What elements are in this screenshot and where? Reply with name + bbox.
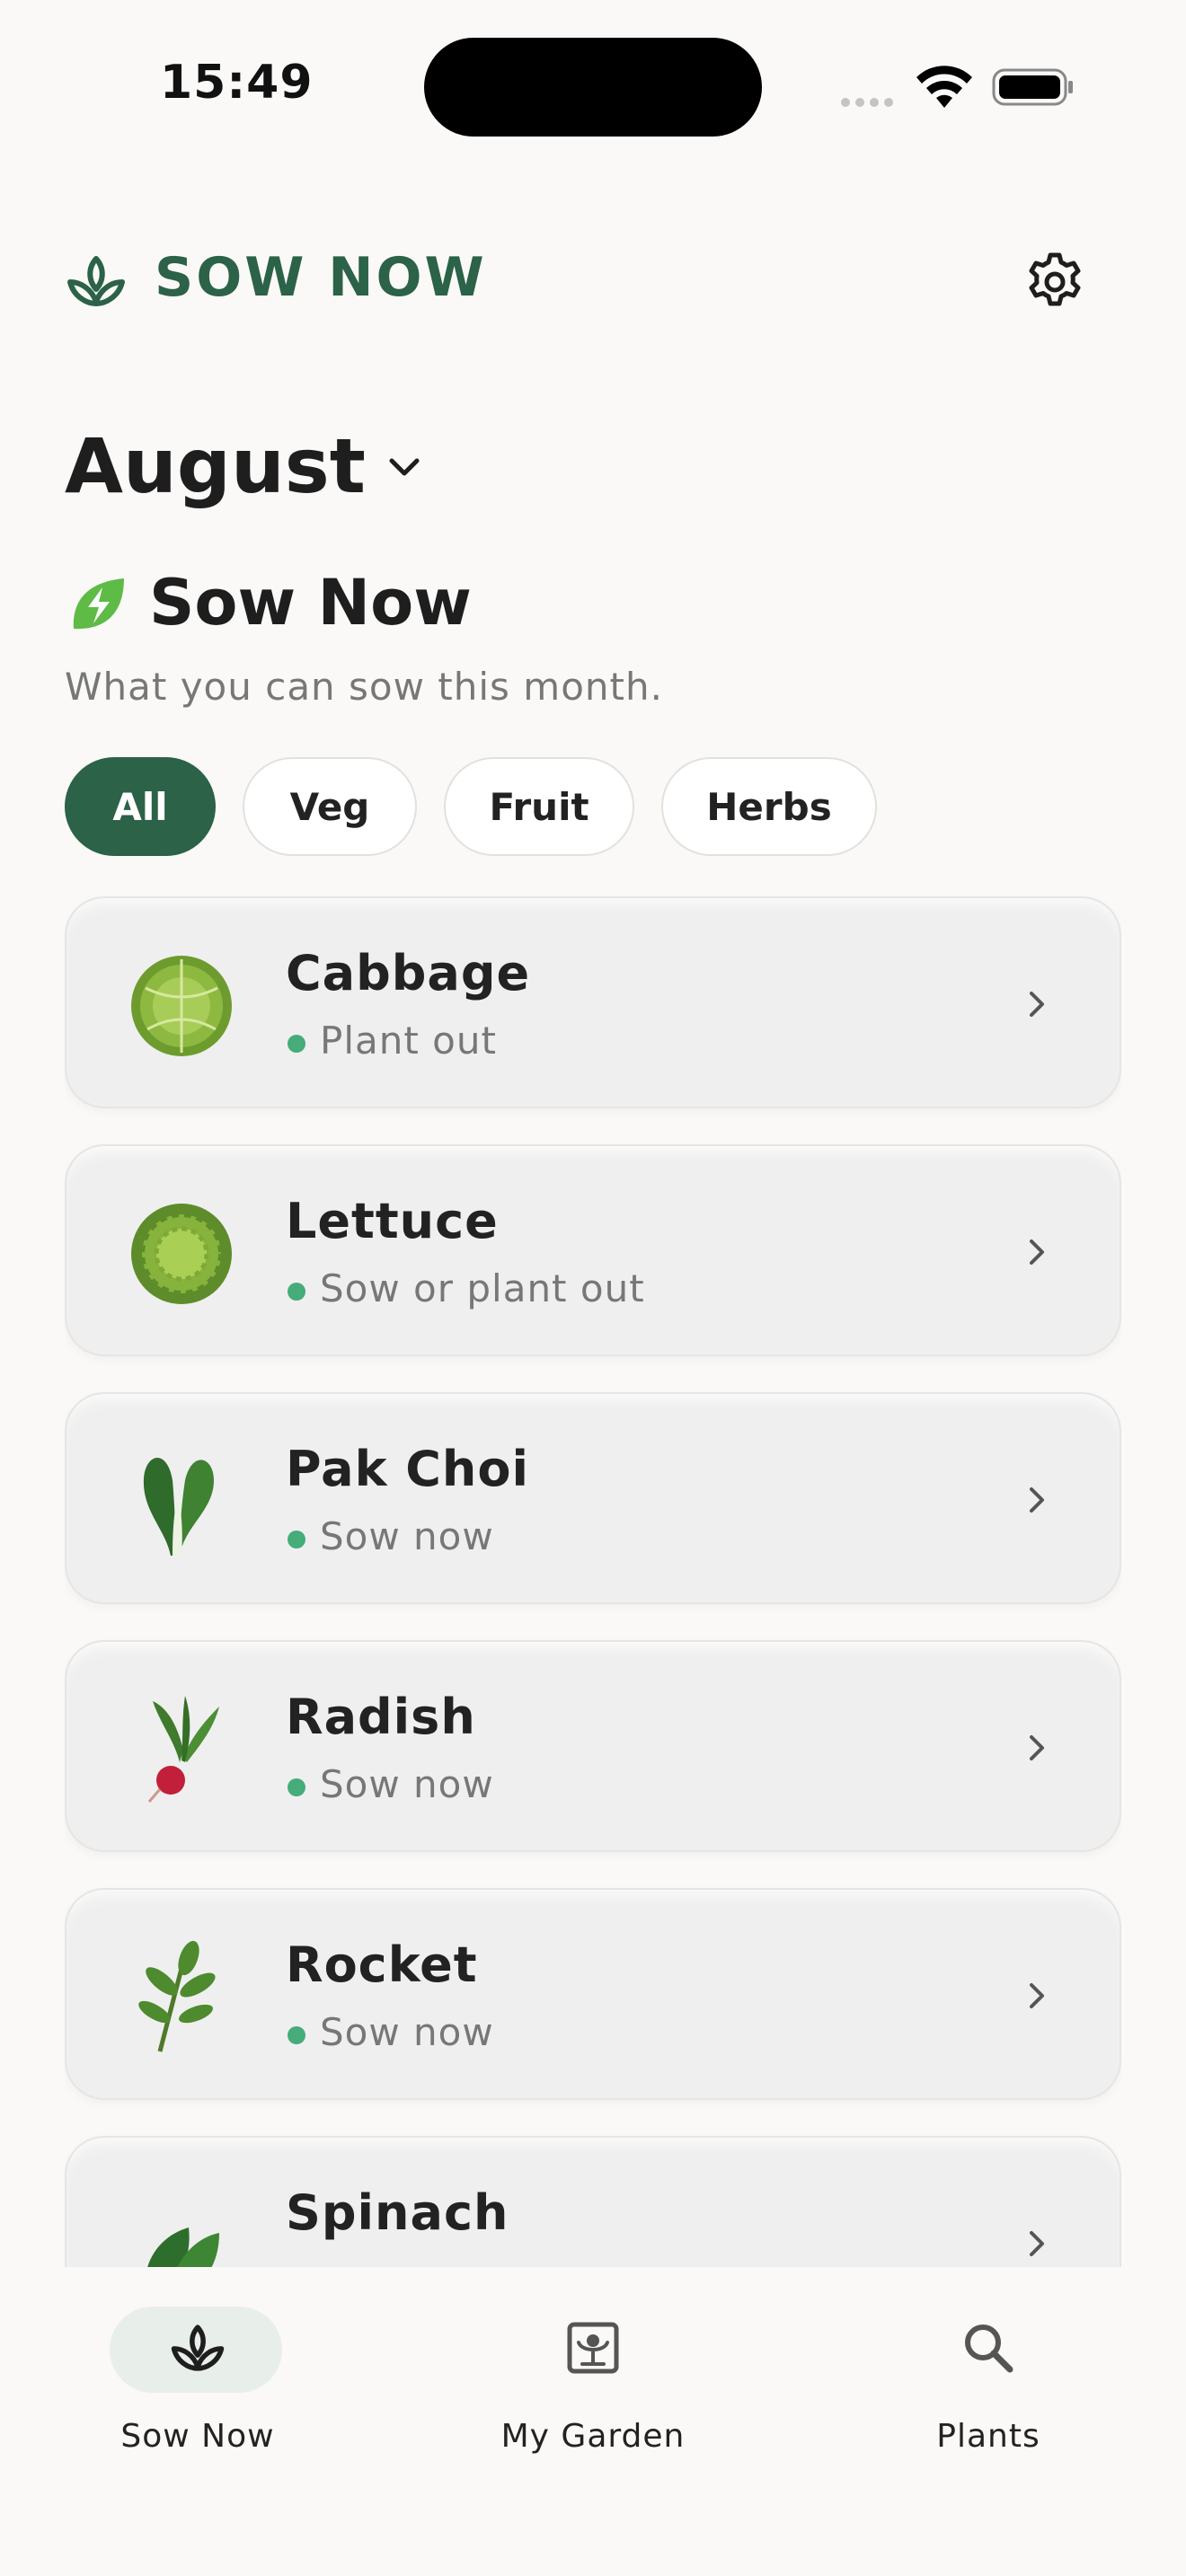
plant-name: Spinach bbox=[286, 2184, 509, 2241]
lettuce-icon bbox=[131, 1204, 232, 1304]
plant-status: Sow or plant out bbox=[320, 1266, 645, 1310]
plant-list: Cabbage Plant out Lettuce Sow or plant o… bbox=[65, 896, 1121, 2267]
plant-status: Sow now bbox=[320, 1514, 494, 1558]
plant-card-lettuce[interactable]: Lettuce Sow or plant out bbox=[65, 1144, 1121, 1356]
plant-card-radish[interactable]: Radish Sow now bbox=[65, 1640, 1121, 1852]
chevron-right-icon bbox=[1030, 1487, 1044, 1513]
tab-label: My Garden bbox=[500, 2418, 686, 2455]
status-dot bbox=[288, 1778, 305, 1796]
section-title: Sow Now bbox=[149, 566, 472, 640]
garden-icon bbox=[567, 2322, 619, 2374]
status-dot bbox=[288, 1035, 305, 1053]
month-selector[interactable]: August bbox=[65, 422, 366, 510]
filter-chip-fruit[interactable]: Fruit bbox=[444, 757, 634, 856]
chevron-right-icon bbox=[1030, 1735, 1044, 1760]
chevron-right-icon bbox=[1030, 1983, 1044, 2008]
radish-icon bbox=[147, 1696, 219, 1803]
filter-chip-all[interactable]: All bbox=[65, 757, 216, 856]
app-title: SOW NOW bbox=[155, 246, 487, 309]
status-dot bbox=[288, 1283, 305, 1301]
plant-name: Lettuce bbox=[286, 1193, 499, 1249]
filter-chip-veg[interactable]: Veg bbox=[243, 757, 417, 856]
plant-status: Plant out bbox=[320, 1019, 497, 1063]
bottom-navigation: Sow Now My Garden Plants bbox=[0, 2267, 1186, 2576]
filter-chip-herbs[interactable]: Herbs bbox=[661, 757, 877, 856]
chevron-right-icon bbox=[1030, 992, 1044, 1017]
section-subtitle: What you can sow this month. bbox=[65, 665, 663, 709]
plant-card-rocket[interactable]: Rocket Sow now bbox=[65, 1888, 1121, 2100]
sprout-icon bbox=[67, 256, 125, 306]
tab-label: Sow Now bbox=[120, 2418, 275, 2455]
plant-status: Sow now bbox=[320, 2010, 494, 2054]
chevron-right-icon bbox=[1030, 2231, 1044, 2256]
status-dot bbox=[288, 1531, 305, 1548]
gear-icon[interactable] bbox=[1024, 251, 1085, 313]
plant-card-cabbage[interactable]: Cabbage Plant out bbox=[65, 896, 1121, 1108]
plant-name: Rocket bbox=[286, 1936, 478, 1993]
dynamic-island bbox=[424, 38, 762, 137]
plant-card-spinach[interactable]: Spinach bbox=[65, 2136, 1121, 2267]
plant-card-pak-choi[interactable]: Pak Choi Sow now bbox=[65, 1392, 1121, 1604]
plant-name: Pak Choi bbox=[286, 1441, 529, 1497]
cabbage-icon bbox=[131, 956, 232, 1056]
pak-choi-icon bbox=[143, 1457, 214, 1556]
cellular-signal-icon bbox=[841, 93, 898, 110]
sprout-icon bbox=[171, 2325, 225, 2371]
chevron-down-icon[interactable] bbox=[385, 447, 424, 487]
wifi-icon bbox=[916, 66, 972, 108]
status-dot bbox=[288, 2026, 305, 2044]
tab-label: Plants bbox=[936, 2418, 1040, 2455]
leaf-bolt-icon bbox=[73, 578, 124, 630]
plant-status: Sow now bbox=[320, 1762, 494, 1806]
battery-icon bbox=[992, 68, 1073, 106]
plant-name: Radish bbox=[286, 1689, 476, 1745]
status-time: 15:49 bbox=[160, 56, 314, 110]
filter-chips: All Veg Fruit Herbs bbox=[65, 757, 877, 856]
plant-name: Cabbage bbox=[286, 945, 531, 1001]
chevron-right-icon bbox=[1030, 1239, 1044, 1265]
spinach-icon bbox=[147, 2228, 219, 2267]
rocket-icon bbox=[138, 1940, 216, 2052]
search-icon bbox=[965, 2325, 1013, 2373]
